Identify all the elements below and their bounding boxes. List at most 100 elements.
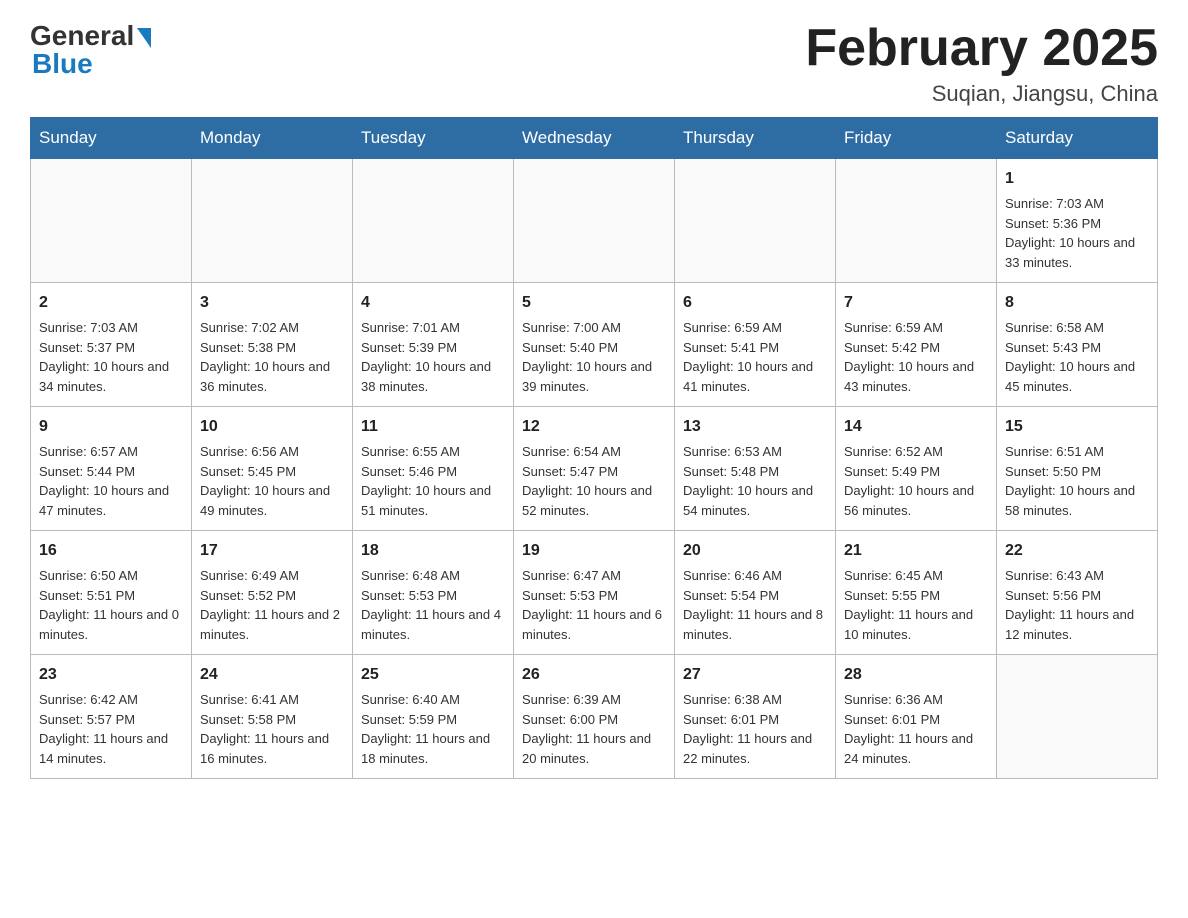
calendar-header-row: Sunday Monday Tuesday Wednesday Thursday… [31,118,1158,159]
sunrise-text: Sunrise: 7:02 AM [200,320,299,335]
calendar-cell [31,159,192,283]
sunset-text: Sunset: 5:53 PM [522,588,618,603]
page-header: General Blue February 2025 Suqian, Jiang… [30,20,1158,107]
location-title: Suqian, Jiangsu, China [805,81,1158,107]
calendar-week-row: 16 Sunrise: 6:50 AM Sunset: 5:51 PM Dayligh… [31,531,1158,655]
calendar-cell [192,159,353,283]
sunrise-text: Sunrise: 6:54 AM [522,444,621,459]
sunrise-text: Sunrise: 6:59 AM [683,320,782,335]
sunrise-text: Sunrise: 6:50 AM [39,568,138,583]
sunrise-text: Sunrise: 6:40 AM [361,692,460,707]
logo-arrow-icon [137,28,151,48]
calendar-cell [514,159,675,283]
daylight-text: Daylight: 11 hours and 20 minutes. [522,731,651,766]
day-number: 16 [39,539,183,563]
sunset-text: Sunset: 5:59 PM [361,712,457,727]
calendar-cell: 9Sunrise: 6:57 AMSunset: 5:44 PMDaylight… [31,407,192,531]
calendar-cell: 5Sunrise: 7:00 AMSunset: 5:40 PMDaylight… [514,283,675,407]
daylight-text: Daylight: 11 hours and 8 minutes. [683,607,823,642]
day-number: 10 [200,415,344,439]
calendar-cell: 11Sunrise: 6:55 AMSunset: 5:46 PMDayligh… [353,407,514,531]
day-number: 11 [361,415,505,439]
daylight-text: Daylight: 11 hours and 16 minutes. [200,731,329,766]
daylight-text: Daylight: 10 hours and 39 minutes. [522,359,652,394]
daylight-text: Daylight: 11 hours and 12 minutes. [1005,607,1134,642]
calendar-cell: 27Sunrise: 6:38 AMSunset: 6:01 PMDayligh… [675,655,836,779]
sunrise-text: Sunrise: 7:01 AM [361,320,460,335]
daylight-text: Daylight: 10 hours and 38 minutes. [361,359,491,394]
calendar-table: Sunday Monday Tuesday Wednesday Thursday… [30,117,1158,779]
day-number: 27 [683,663,827,687]
calendar-cell: 2Sunrise: 7:03 AMSunset: 5:37 PMDaylight… [31,283,192,407]
col-sunday: Sunday [31,118,192,159]
sunset-text: Sunset: 5:46 PM [361,464,457,479]
sunset-text: Sunset: 5:49 PM [844,464,940,479]
day-number: 2 [39,291,183,315]
sunset-text: Sunset: 6:01 PM [683,712,779,727]
sunset-text: Sunset: 5:42 PM [844,340,940,355]
day-number: 7 [844,291,988,315]
col-thursday: Thursday [675,118,836,159]
daylight-text: Daylight: 10 hours and 34 minutes. [39,359,169,394]
day-number: 14 [844,415,988,439]
day-number: 1 [1005,167,1149,191]
sunset-text: Sunset: 6:00 PM [522,712,618,727]
sunset-text: Sunset: 5:58 PM [200,712,296,727]
daylight-text: Daylight: 11 hours and 0 minutes. [39,607,179,642]
sunrise-text: Sunrise: 6:46 AM [683,568,782,583]
sunrise-text: Sunrise: 6:42 AM [39,692,138,707]
sunset-text: Sunset: 5:38 PM [200,340,296,355]
day-number: 12 [522,415,666,439]
sunset-text: Sunset: 5:40 PM [522,340,618,355]
calendar-week-row: 2Sunrise: 7:03 AMSunset: 5:37 PMDaylight… [31,283,1158,407]
daylight-text: Daylight: 10 hours and 41 minutes. [683,359,813,394]
daylight-text: Daylight: 10 hours and 36 minutes. [200,359,330,394]
sunset-text: Sunset: 5:51 PM [39,588,135,603]
calendar-cell: 1Sunrise: 7:03 AMSunset: 5:36 PMDaylight… [997,159,1158,283]
col-wednesday: Wednesday [514,118,675,159]
sunrise-text: Sunrise: 6:55 AM [361,444,460,459]
sunrise-text: Sunrise: 6:56 AM [200,444,299,459]
calendar-cell [675,159,836,283]
day-number: 13 [683,415,827,439]
sunrise-text: Sunrise: 6:43 AM [1005,568,1104,583]
sunrise-text: Sunrise: 6:52 AM [844,444,943,459]
day-number: 21 [844,539,988,563]
day-number: 22 [1005,539,1149,563]
calendar-cell: 28Sunrise: 6:36 AMSunset: 6:01 PMDayligh… [836,655,997,779]
sunset-text: Sunset: 5:37 PM [39,340,135,355]
day-number: 24 [200,663,344,687]
calendar-cell: 19Sunrise: 6:47 AMSunset: 5:53 PMDayligh… [514,531,675,655]
day-number: 3 [200,291,344,315]
day-number: 17 [200,539,344,563]
calendar-cell: 13Sunrise: 6:53 AMSunset: 5:48 PMDayligh… [675,407,836,531]
col-saturday: Saturday [997,118,1158,159]
sunrise-text: Sunrise: 6:48 AM [361,568,460,583]
daylight-text: Daylight: 10 hours and 43 minutes. [844,359,974,394]
daylight-text: Daylight: 10 hours and 58 minutes. [1005,483,1135,518]
calendar-cell [836,159,997,283]
day-number: 28 [844,663,988,687]
sunset-text: Sunset: 6:01 PM [844,712,940,727]
sunrise-text: Sunrise: 6:41 AM [200,692,299,707]
calendar-cell [997,655,1158,779]
sunrise-text: Sunrise: 6:38 AM [683,692,782,707]
calendar-cell: 7Sunrise: 6:59 AMSunset: 5:42 PMDaylight… [836,283,997,407]
sunrise-text: Sunrise: 6:57 AM [39,444,138,459]
daylight-text: Daylight: 10 hours and 47 minutes. [39,483,169,518]
sunrise-text: Sunrise: 6:39 AM [522,692,621,707]
daylight-text: Daylight: 11 hours and 6 minutes. [522,607,662,642]
sunset-text: Sunset: 5:36 PM [1005,216,1101,231]
day-number: 5 [522,291,666,315]
calendar-cell: 14 Sunrise: 6:52 AM Sunset: 5:49 PM Dayligh… [836,407,997,531]
day-number: 20 [683,539,827,563]
sunset-text: Sunset: 5:41 PM [683,340,779,355]
calendar-cell: 20Sunrise: 6:46 AMSunset: 5:54 PMDayligh… [675,531,836,655]
title-block: February 2025 Suqian, Jiangsu, China [805,20,1158,107]
daylight-text: Daylight: 10 hours and 56 minutes. [844,483,974,518]
daylight-text: Daylight: 10 hours and 45 minutes. [1005,359,1135,394]
daylight-text: Daylight: 10 hours and 54 minutes. [683,483,813,518]
sunrise-text: Sunrise: 6:58 AM [1005,320,1104,335]
calendar-cell: 24 Sunrise: 6:41 AM Sunset: 5:58 PM Dayligh… [192,655,353,779]
day-number: 19 [522,539,666,563]
